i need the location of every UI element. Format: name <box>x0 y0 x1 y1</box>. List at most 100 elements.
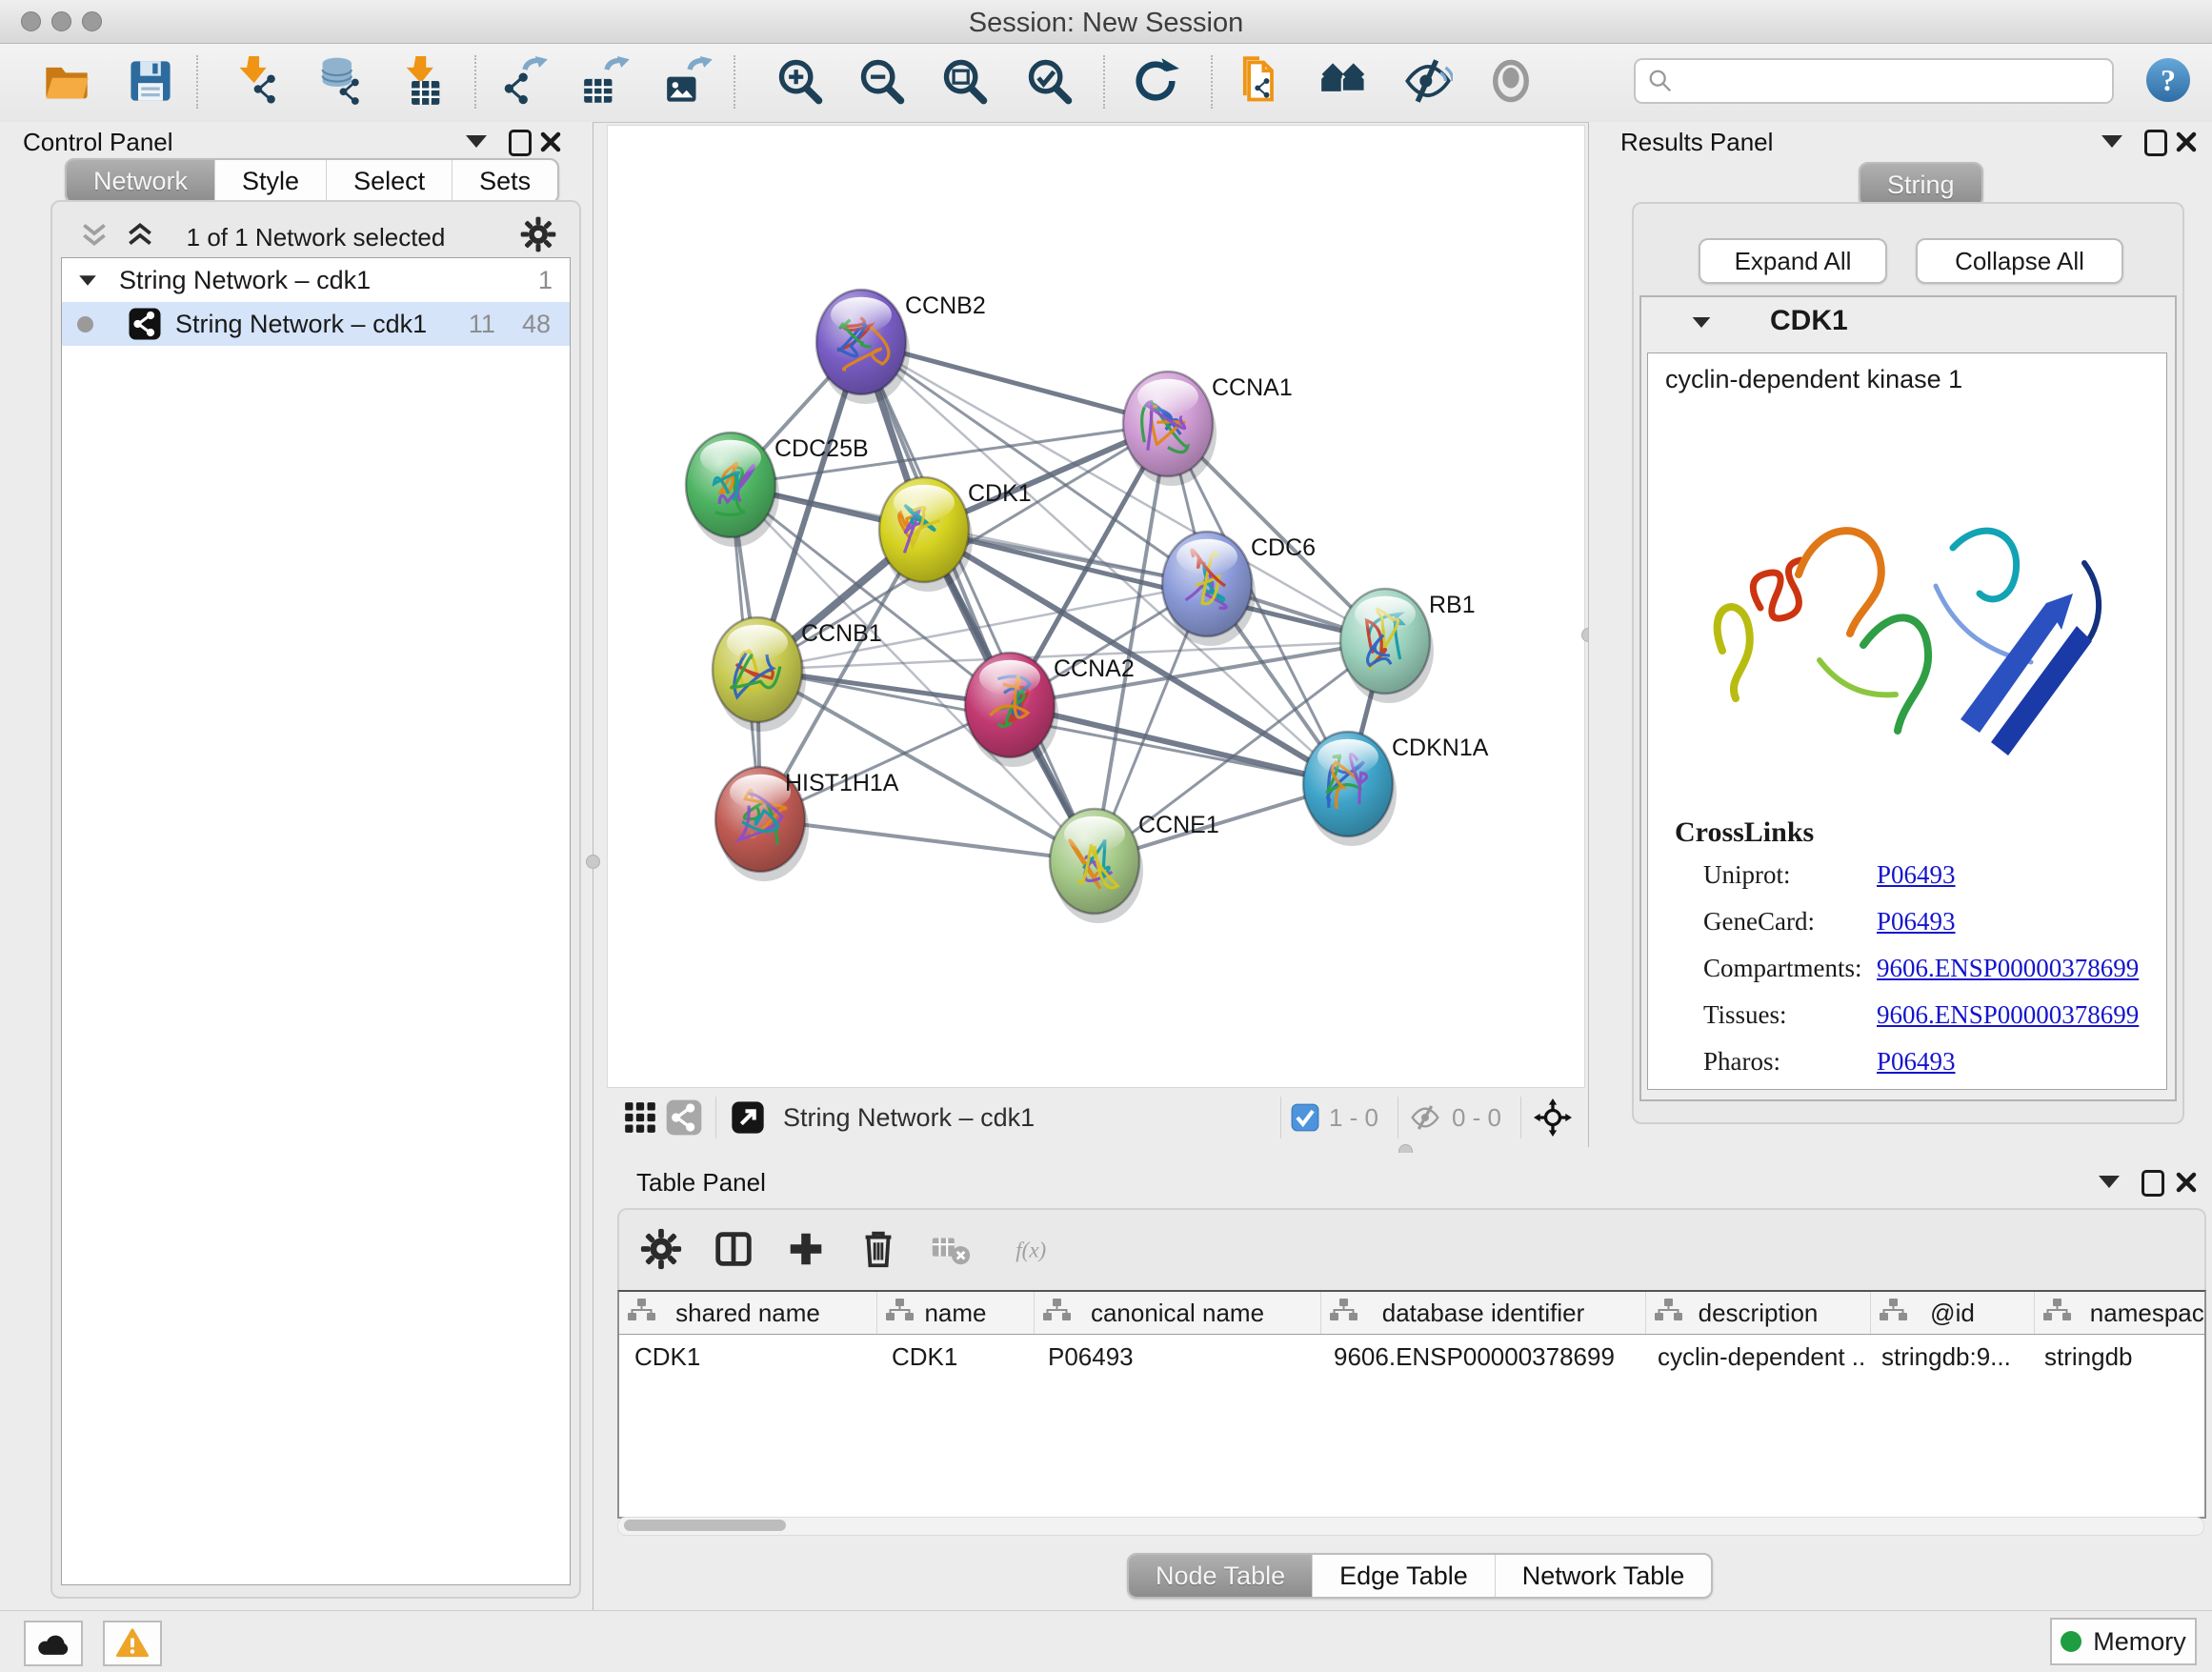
table-row[interactable]: CDK1CDK1P064939606.ENSP00000378699cyclin… <box>619 1335 2204 1379</box>
export-table-button[interactable] <box>577 53 636 112</box>
network-node-CCNA1[interactable]: CCNA1 <box>1123 372 1293 486</box>
open-session-button[interactable] <box>37 53 96 112</box>
network-options-gear-icon[interactable] <box>519 215 557 253</box>
warnings-button[interactable] <box>103 1621 162 1666</box>
left-splitter-handle[interactable] <box>586 855 600 869</box>
function-builder-button[interactable]: f(x) <box>993 1220 1080 1281</box>
network-node-CDC25B[interactable]: CDC25B <box>686 433 869 547</box>
network-canvas[interactable]: CCNB2CCNA1CDC25BCDK1CDC6RB1CCNB1CCNA2CDK… <box>607 125 1585 1088</box>
zoom-selected-button[interactable] <box>1020 53 1079 112</box>
column-hierarchy-icon <box>877 1298 914 1329</box>
show-columns-button[interactable] <box>703 1220 764 1281</box>
gene-entry-card: CDK1 cyclin-dependent kinase 1 <box>1639 295 2177 1101</box>
svg-text:?: ? <box>2161 63 2176 97</box>
save-session-button[interactable] <box>121 53 180 112</box>
column-header-canonical-name[interactable]: canonical name <box>1035 1292 1321 1334</box>
table-cell[interactable]: CDK1 <box>619 1342 876 1372</box>
expand-all-button[interactable]: Expand All <box>1699 238 1887 284</box>
panel-close-icon[interactable] <box>539 131 562 158</box>
gene-collapse-icon[interactable] <box>1693 317 1711 328</box>
panel-undock-icon[interactable] <box>509 130 532 156</box>
network-node-CDKN1A[interactable]: CDKN1A <box>1303 732 1489 846</box>
scrollbar-thumb[interactable] <box>624 1520 786 1531</box>
tab-node-table[interactable]: Node Table <box>1129 1555 1312 1597</box>
delete-column-button[interactable] <box>848 1220 909 1281</box>
cloud-status-button[interactable] <box>24 1621 83 1666</box>
node-label-HIST1H1A: HIST1H1A <box>785 770 899 796</box>
collapse-all-button[interactable]: Collapse All <box>1916 238 2123 284</box>
crosslink-link[interactable]: P06493 <box>1877 907 1956 937</box>
table-cell[interactable]: cyclin-dependent ... <box>1642 1342 1866 1372</box>
table-cell[interactable]: CDK1 <box>876 1342 1033 1372</box>
network-node-CCNA2[interactable]: CCNA2 <box>965 653 1135 767</box>
panel-close-icon[interactable] <box>2175 131 2198 158</box>
network-node-CDK1[interactable]: CDK1 <box>879 477 1032 592</box>
column-header-shared-name[interactable]: shared name <box>619 1292 877 1334</box>
tab-string-label[interactable]: String <box>1860 164 1981 206</box>
export-network-button[interactable] <box>495 53 554 112</box>
crosslink-link[interactable]: P06493 <box>1877 860 1956 890</box>
zoom-fit-button[interactable] <box>935 53 995 112</box>
panel-undock-icon[interactable] <box>2142 1170 2164 1197</box>
tab-network-table[interactable]: Network Table <box>1495 1555 1712 1597</box>
collection-expand-icon[interactable] <box>79 275 96 285</box>
network-node-CCNB2[interactable]: CCNB2 <box>816 290 986 404</box>
tab-style[interactable]: Style <box>214 160 326 202</box>
grid-view-button[interactable] <box>618 1096 662 1139</box>
network-from-selection-icon <box>1235 56 1284 111</box>
memory-button[interactable]: Memory <box>2050 1618 2197 1665</box>
single-view-button[interactable] <box>662 1096 706 1139</box>
first-neighbors-button[interactable] <box>1315 53 1374 112</box>
node-label-CDK1: CDK1 <box>968 480 1032 507</box>
detach-view-button[interactable] <box>726 1096 770 1139</box>
show-all-button[interactable] <box>1481 53 1540 112</box>
tab-edge-table[interactable]: Edge Table <box>1312 1555 1495 1597</box>
panel-float-icon[interactable] <box>2099 1176 2120 1188</box>
network-edge-HIST1H1A-CCNE1[interactable] <box>760 819 1095 861</box>
crosslink-link[interactable]: P06493 <box>1877 1047 1956 1077</box>
network-edge-CCNA2-CDKN1A[interactable] <box>1010 705 1348 784</box>
table-cell[interactable]: P06493 <box>1033 1342 1318 1372</box>
network-collection-row[interactable]: String Network – cdk1 1 <box>62 258 570 302</box>
import-network-database-button[interactable] <box>311 53 370 112</box>
search-input[interactable] <box>1681 63 2112 99</box>
column-header-id[interactable]: @id <box>1871 1292 2035 1334</box>
column-header-name[interactable]: name <box>877 1292 1035 1334</box>
export-image-button[interactable] <box>660 53 719 112</box>
table-cell[interactable]: 9606.ENSP00000378699 <box>1318 1342 1642 1372</box>
apply-layout-button[interactable] <box>1126 53 1185 112</box>
birdseye-button[interactable] <box>1531 1096 1575 1139</box>
import-network-file-button[interactable] <box>229 53 288 112</box>
crosslink-link[interactable]: 9606.ENSP00000378699 <box>1877 954 2139 983</box>
network-node-RB1[interactable]: RB1 <box>1340 589 1476 703</box>
selected-checkbox-icon[interactable] <box>1291 1103 1319 1132</box>
table-settings-button[interactable] <box>631 1220 692 1281</box>
table-cell[interactable]: stringdb:9... <box>1866 1342 2029 1372</box>
column-header-database-identifier[interactable]: database identifier <box>1321 1292 1646 1334</box>
import-table-icon <box>398 56 448 111</box>
network-from-selection-button[interactable] <box>1230 53 1289 112</box>
column-header-namespace[interactable]: namespace <box>2035 1292 2206 1334</box>
results-tab-string[interactable]: String <box>1859 162 1983 208</box>
table-horizontal-scrollbar[interactable] <box>617 1517 2204 1536</box>
zoom-out-button[interactable] <box>853 53 912 112</box>
panel-float-icon[interactable] <box>2101 135 2122 148</box>
zoom-in-button[interactable] <box>771 53 830 112</box>
tab-network[interactable]: Network <box>67 160 214 202</box>
panel-close-icon[interactable] <box>2175 1171 2198 1199</box>
panel-float-icon[interactable] <box>466 135 487 148</box>
help-button[interactable]: ? <box>2145 57 2191 103</box>
hide-selection-button[interactable] <box>1398 53 1458 112</box>
table-cell[interactable]: stringdb <box>2029 1342 2206 1372</box>
network-row-selected[interactable]: String Network – cdk1 11 48 <box>62 302 570 346</box>
add-column-button[interactable] <box>775 1220 836 1281</box>
delete-table-button[interactable] <box>920 1220 981 1281</box>
network-node-HIST1H1A[interactable]: HIST1H1A <box>715 767 899 881</box>
network-node-CCNE1[interactable]: CCNE1 <box>1050 809 1219 923</box>
panel-undock-icon[interactable] <box>2144 130 2167 156</box>
column-header-description[interactable]: description <box>1646 1292 1871 1334</box>
tab-sets[interactable]: Sets <box>452 160 557 202</box>
crosslink-link[interactable]: 9606.ENSP00000378699 <box>1877 1000 2139 1030</box>
tab-select[interactable]: Select <box>326 160 452 202</box>
import-table-button[interactable] <box>393 53 452 112</box>
